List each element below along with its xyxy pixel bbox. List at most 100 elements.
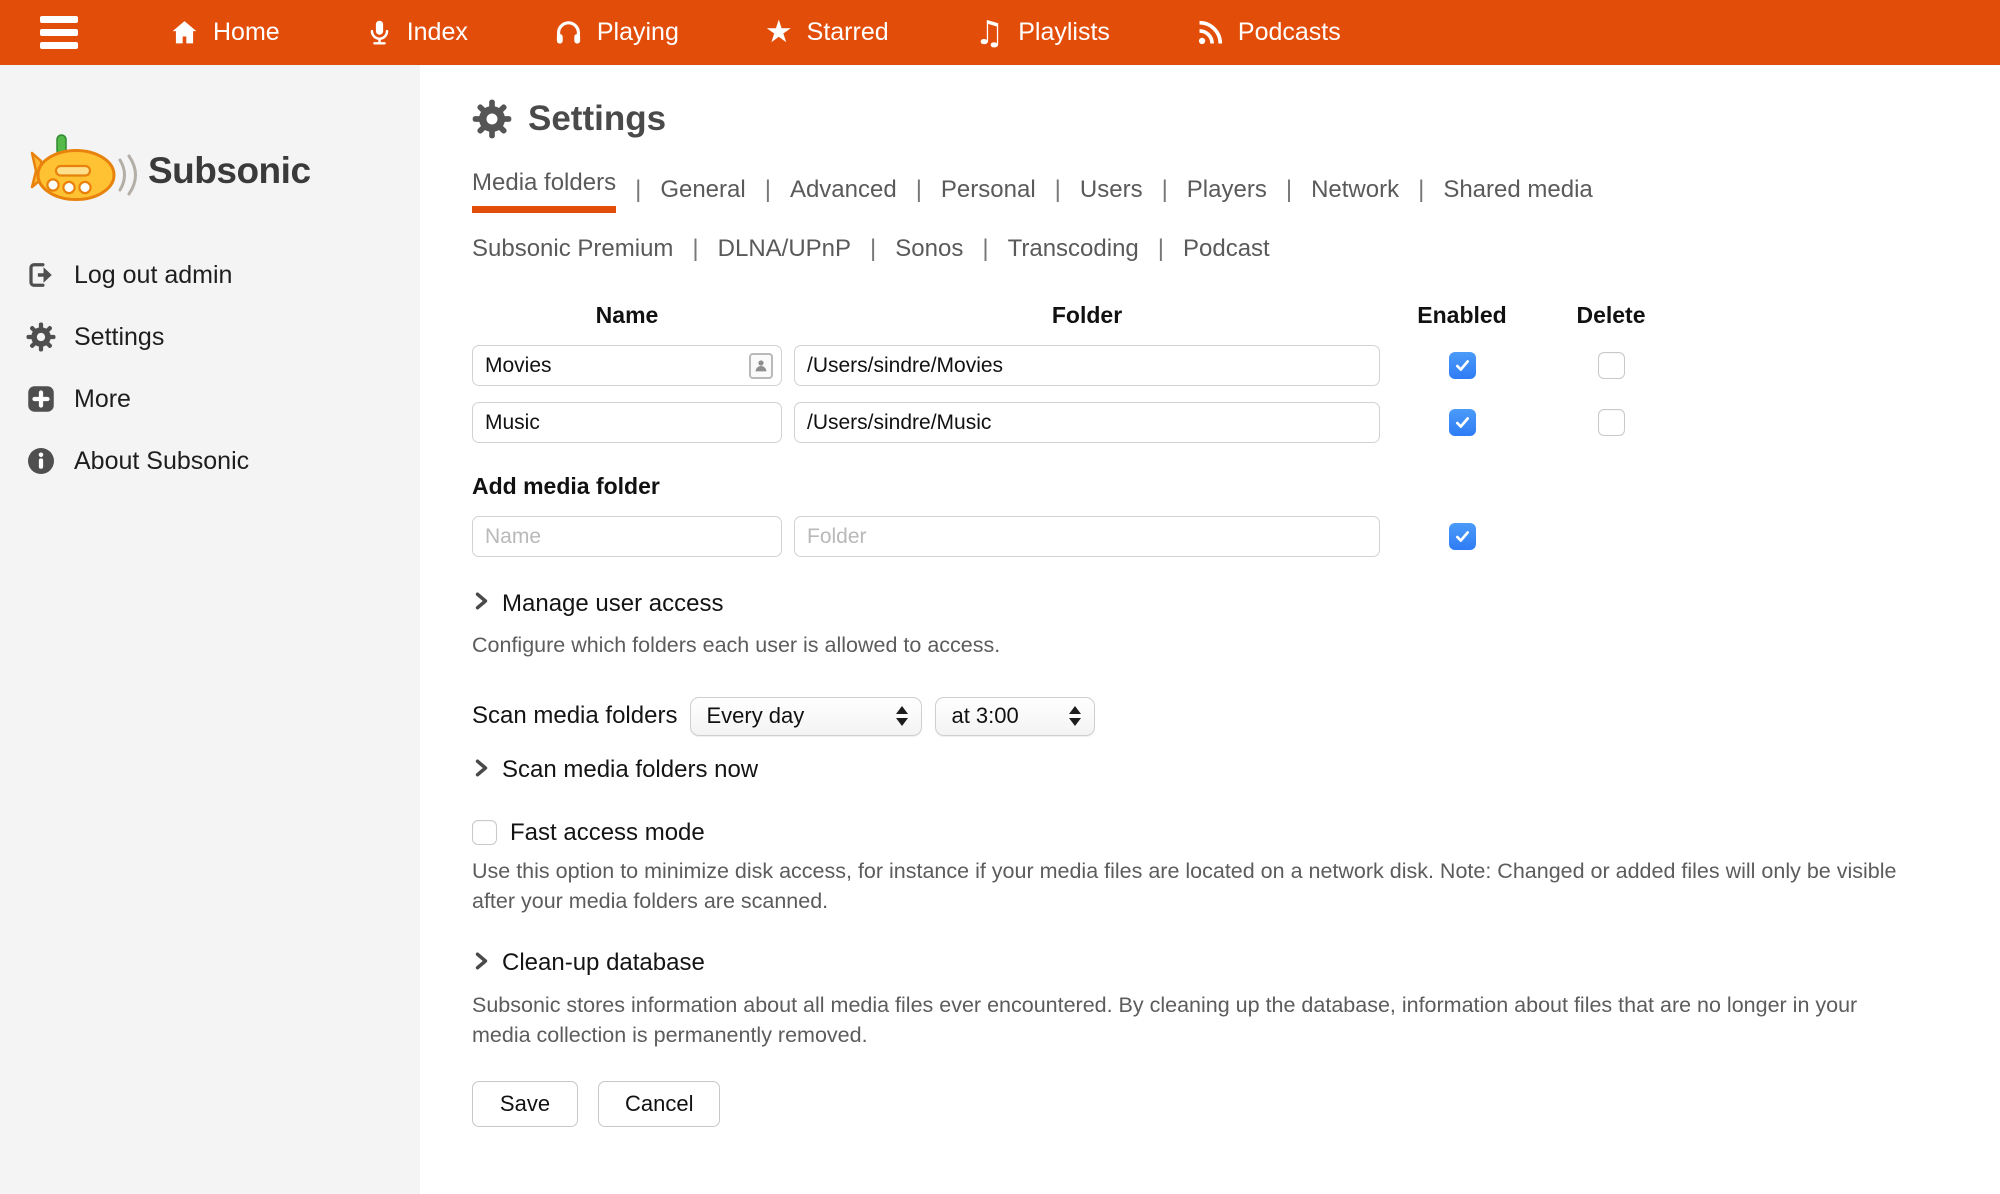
- tab-sonos[interactable]: Sonos: [895, 235, 963, 272]
- headphones-icon: [554, 18, 583, 47]
- add-media-folder-row: [472, 516, 2000, 557]
- subsonic-logo: Subsonic: [30, 133, 420, 208]
- tab-separator: |: [765, 176, 771, 213]
- page-title: Settings: [528, 99, 666, 139]
- nav-label: Podcasts: [1238, 18, 1341, 47]
- sidebar-item-logout[interactable]: Log out admin: [26, 260, 420, 290]
- settings-tabs-row2: Subsonic Premium | DLNA/UPnP | Sonos | T…: [472, 235, 2000, 272]
- tab-podcast[interactable]: Podcast: [1183, 235, 1270, 272]
- tab-personal[interactable]: Personal: [941, 176, 1036, 213]
- tab-subsonic-premium[interactable]: Subsonic Premium: [472, 235, 673, 272]
- table-row: [472, 345, 2000, 386]
- sidebar-item-label: More: [74, 385, 131, 414]
- cleanup-database-link[interactable]: Clean-up database: [472, 949, 2000, 978]
- autofill-contact-icon[interactable]: [749, 353, 773, 379]
- nav-label: Playlists: [1018, 18, 1110, 47]
- scan-media-folders-label: Scan media folders: [472, 702, 677, 730]
- manage-user-access-link[interactable]: Manage user access: [472, 589, 2000, 618]
- sidebar: Subsonic Log out admin Settings More: [0, 65, 420, 1194]
- table-row: [472, 402, 2000, 443]
- manage-user-access-description: Configure which folders each user is all…: [472, 630, 1902, 661]
- tab-network[interactable]: Network: [1311, 176, 1399, 213]
- fast-access-label[interactable]: Fast access mode: [510, 819, 705, 847]
- sidebar-item-settings[interactable]: Settings: [26, 322, 420, 352]
- tab-dlna-upnp[interactable]: DLNA/UPnP: [718, 235, 851, 272]
- nav-label: Starred: [807, 18, 889, 47]
- folder-path-input[interactable]: [794, 402, 1380, 443]
- cancel-button[interactable]: Cancel: [598, 1081, 720, 1127]
- info-icon: [26, 446, 56, 476]
- nav-item-index[interactable]: Index: [366, 18, 468, 47]
- nav-item-podcasts[interactable]: Podcasts: [1196, 18, 1341, 47]
- chevron-right-icon: [472, 589, 491, 618]
- folders-table-header: Name Folder Enabled Delete: [472, 302, 2000, 329]
- tab-separator: |: [1418, 176, 1424, 213]
- folder-name-input[interactable]: [472, 402, 782, 443]
- column-header-name: Name: [472, 302, 782, 329]
- home-icon: [170, 18, 199, 47]
- logout-icon: [26, 260, 56, 290]
- tab-separator: |: [635, 176, 641, 213]
- sidebar-item-about[interactable]: About Subsonic: [26, 446, 420, 476]
- tab-players[interactable]: Players: [1187, 176, 1267, 213]
- scan-settings-row: Scan media folders Every day at 3:00: [472, 697, 2000, 736]
- save-button[interactable]: Save: [472, 1081, 578, 1127]
- folder-path-input[interactable]: [794, 345, 1380, 386]
- tab-advanced[interactable]: Advanced: [790, 176, 897, 213]
- fast-access-checkbox[interactable]: [472, 820, 497, 845]
- tab-separator: |: [1158, 235, 1164, 272]
- rss-icon: [1196, 19, 1224, 47]
- new-folder-name-input[interactable]: [472, 516, 782, 557]
- tab-shared-media[interactable]: Shared media: [1443, 176, 1592, 213]
- delete-checkbox[interactable]: [1598, 409, 1625, 436]
- hamburger-menu-icon[interactable]: [40, 16, 78, 49]
- logo-wordmark: Subsonic: [148, 150, 311, 192]
- microphone-icon: [366, 18, 393, 47]
- scan-interval-select[interactable]: Every day: [690, 697, 922, 736]
- enabled-checkbox[interactable]: [1449, 352, 1476, 379]
- scan-now-link[interactable]: Scan media folders now: [472, 756, 2000, 785]
- delete-checkbox[interactable]: [1598, 352, 1625, 379]
- gear-icon: [26, 322, 56, 352]
- sidebar-item-label: About Subsonic: [74, 447, 249, 476]
- fast-access-description: Use this option to minimize disk access,…: [472, 856, 1902, 917]
- column-header-enabled: Enabled: [1392, 302, 1532, 329]
- folder-name-input[interactable]: [472, 345, 782, 386]
- plus-square-icon: [26, 384, 56, 414]
- new-folder-path-input[interactable]: [794, 516, 1380, 557]
- select-stepper-icon: [1069, 706, 1081, 726]
- tab-separator: |: [1055, 176, 1061, 213]
- column-header-delete: Delete: [1544, 302, 1678, 329]
- nav-item-starred[interactable]: ★ Starred: [765, 17, 889, 48]
- nav-item-playlists[interactable]: ♫ Playlists: [975, 16, 1110, 49]
- fast-access-mode-row: Fast access mode: [472, 819, 2000, 847]
- nav-label: Home: [213, 18, 280, 47]
- nav-label: Index: [407, 18, 468, 47]
- scan-time-select[interactable]: at 3:00: [935, 697, 1095, 736]
- new-folder-enabled-checkbox[interactable]: [1449, 523, 1476, 550]
- tab-separator: |: [692, 235, 698, 272]
- cleanup-description: Subsonic stores information about all me…: [472, 990, 1902, 1051]
- chevron-right-icon: [472, 949, 491, 978]
- enabled-checkbox[interactable]: [1449, 409, 1476, 436]
- nav-item-playing[interactable]: Playing: [554, 18, 679, 47]
- tab-transcoding[interactable]: Transcoding: [1008, 235, 1139, 272]
- nav-label: Playing: [597, 18, 679, 47]
- top-navbar: Home Index Playing ★ Starred ♫ Playlists: [0, 0, 2000, 65]
- add-media-folder-heading: Add media folder: [472, 473, 2000, 500]
- tab-separator: |: [1286, 176, 1292, 213]
- sidebar-item-more[interactable]: More: [26, 384, 420, 414]
- chevron-right-icon: [472, 756, 491, 785]
- nav-item-home[interactable]: Home: [170, 18, 280, 47]
- submarine-logo-icon: [30, 133, 138, 208]
- tab-separator: |: [870, 235, 876, 272]
- sidebar-item-label: Log out admin: [74, 261, 232, 290]
- tab-separator: |: [1162, 176, 1168, 213]
- tab-general[interactable]: General: [660, 176, 745, 213]
- tab-users[interactable]: Users: [1080, 176, 1143, 213]
- star-icon: ★: [765, 17, 793, 48]
- settings-page: Settings Media folders | General | Advan…: [420, 65, 2000, 1194]
- sidebar-item-label: Settings: [74, 323, 164, 352]
- tab-media-folders[interactable]: Media folders: [472, 169, 616, 213]
- tab-separator: |: [916, 176, 922, 213]
